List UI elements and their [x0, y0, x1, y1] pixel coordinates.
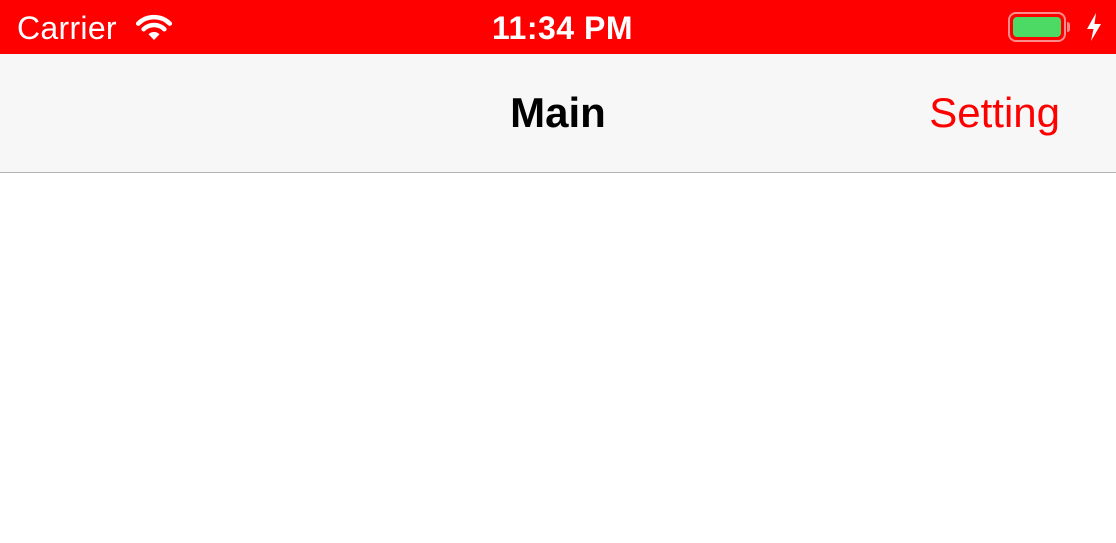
battery-icon	[1008, 12, 1070, 42]
charging-bolt-icon	[1087, 13, 1101, 41]
app-screen: Carrier 11:34 PM Main Setting	[0, 0, 1116, 543]
status-time: 11:34 PM	[492, 10, 633, 46]
navigation-bar: Main Setting	[0, 54, 1116, 173]
setting-button[interactable]: Setting	[929, 87, 1060, 139]
main-content-area	[0, 174, 1116, 543]
status-bar: Carrier 11:34 PM	[0, 0, 1116, 54]
